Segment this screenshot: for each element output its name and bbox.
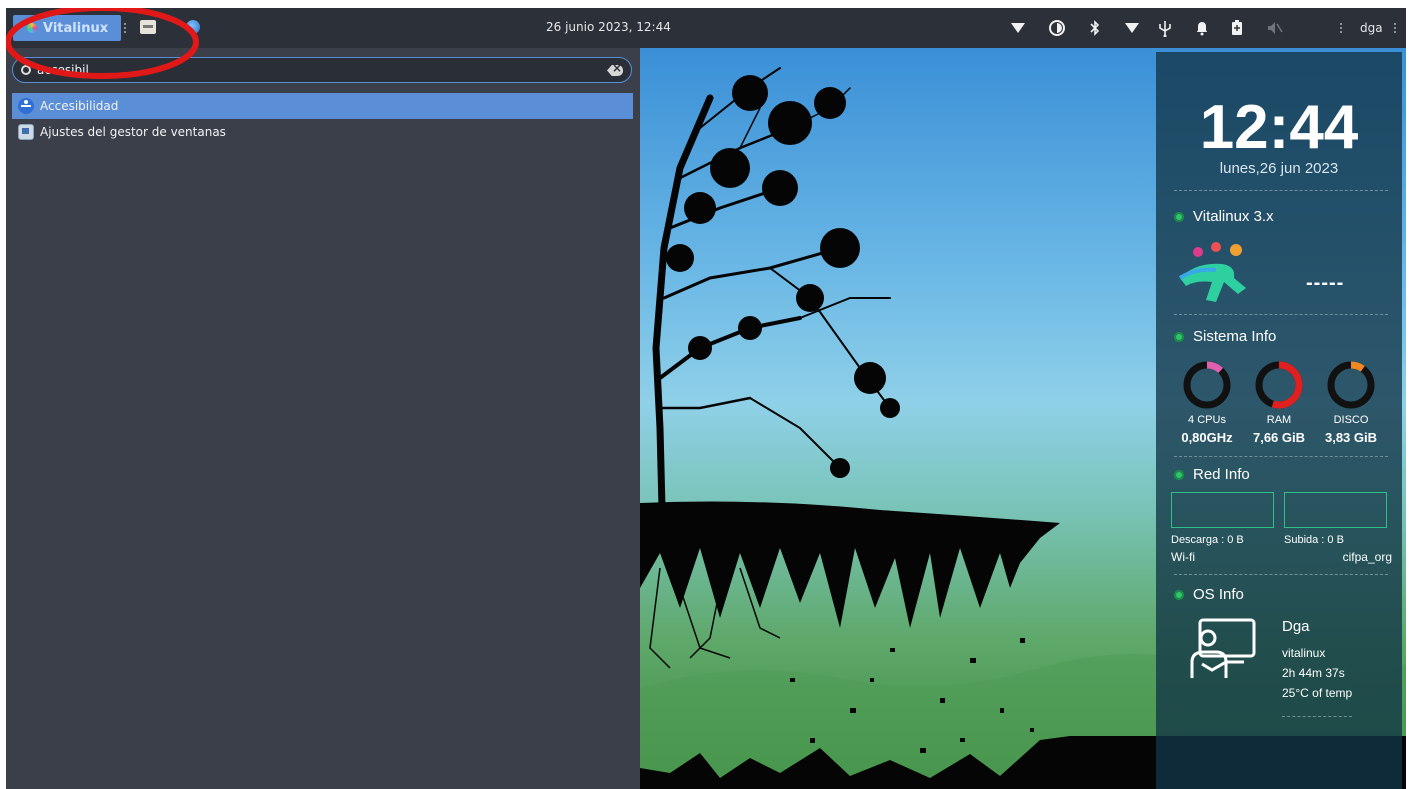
status-dot-icon <box>1174 211 1184 222</box>
system-monitor-widget: 12:44 lunes,26 jun 2023 Vitalinux 3.x --… <box>1156 52 1402 789</box>
ram-value: 7,66 GiB <box>1252 430 1306 445</box>
section-os-info: OS Info <box>1174 586 1244 603</box>
wifi-icon[interactable] <box>1010 18 1026 38</box>
ram-gauge <box>1255 361 1303 409</box>
status-dot-icon <box>1174 331 1184 342</box>
section-title: OS Info <box>1193 586 1244 603</box>
top-panel: Vitalinux 26 junio 2023, 12:44 dga <box>6 8 1406 48</box>
os-temperature: 25°C of temp <box>1282 686 1353 700</box>
section-title: Vitalinux 3.x <box>1193 208 1274 225</box>
widget-clock: 12:44 <box>1199 93 1359 162</box>
divider <box>1174 456 1388 457</box>
download-label: Descarga : 0 B <box>1171 534 1244 546</box>
disk-value: 3,83 GiB <box>1324 430 1378 445</box>
os-hostname: vitalinux <box>1282 646 1326 660</box>
panel-separator <box>1340 23 1344 33</box>
clear-search-icon[interactable] <box>607 65 623 76</box>
section-title: Sistema Info <box>1193 328 1277 345</box>
panel-separator <box>1394 23 1398 33</box>
accessibility-icon <box>18 98 34 114</box>
panel-clock[interactable]: 26 junio 2023, 12:44 <box>546 20 671 34</box>
search-result-accesibilidad[interactable]: Accesibilidad <box>12 93 633 119</box>
network-ssid: cifpa_org <box>1342 550 1392 564</box>
teacher-board-icon <box>1190 618 1256 678</box>
result-label: Ajustes del gestor de ventanas <box>40 125 226 139</box>
user-menu-label[interactable]: dga <box>1360 21 1383 35</box>
os-username: Dga <box>1282 618 1310 635</box>
bell-icon[interactable] <box>1194 18 1210 38</box>
battery-icon[interactable] <box>1230 18 1244 38</box>
divider <box>1174 190 1388 191</box>
vitalinux-status-value: ----- <box>1306 272 1345 294</box>
download-graph <box>1171 492 1274 528</box>
desktop-screen: Vitalinux 26 junio 2023, 12:44 dga acces… <box>6 8 1406 789</box>
divider <box>1174 314 1388 315</box>
network-icon[interactable] <box>1124 18 1140 38</box>
widget-date: lunes,26 jun 2023 <box>1219 160 1339 177</box>
os-uptime: 2h 44m 37s <box>1282 666 1345 680</box>
usb-icon[interactable] <box>1156 18 1174 38</box>
search-result-ajustes-gestor-ventanas[interactable]: Ajustes del gestor de ventanas <box>12 119 633 145</box>
volume-muted-icon[interactable] <box>1266 18 1284 38</box>
result-label: Accesibilidad <box>40 99 119 113</box>
disk-gauge <box>1327 361 1375 409</box>
divider <box>1282 716 1352 717</box>
annotation-circle <box>6 8 199 79</box>
section-system-info: Sistema Info <box>1174 328 1276 345</box>
cpu-label: 4 CPUs <box>1188 414 1226 426</box>
network-interface: Wi-fi <box>1171 550 1195 564</box>
upload-label: Subida : 0 B <box>1284 534 1344 546</box>
section-title: Red Info <box>1193 466 1250 483</box>
window-manager-settings-icon <box>18 124 34 140</box>
bluetooth-icon[interactable] <box>1088 18 1102 38</box>
section-vitalinux: Vitalinux 3.x <box>1174 208 1274 225</box>
status-dot-icon <box>1174 469 1184 480</box>
section-network-info: Red Info <box>1174 466 1250 483</box>
vitalinux-runner-logo <box>1178 242 1246 302</box>
cpu-gauge <box>1183 361 1231 409</box>
ram-label: RAM <box>1266 414 1292 426</box>
contrast-icon[interactable] <box>1048 18 1066 38</box>
upload-graph <box>1284 492 1387 528</box>
status-dot-icon <box>1174 589 1184 600</box>
cpu-value: 0,80GHz <box>1181 430 1233 445</box>
disk-label: DISCO <box>1333 414 1369 426</box>
divider <box>1174 574 1388 575</box>
application-menu: Accesibilidad Ajustes del gestor de vent… <box>6 48 640 789</box>
